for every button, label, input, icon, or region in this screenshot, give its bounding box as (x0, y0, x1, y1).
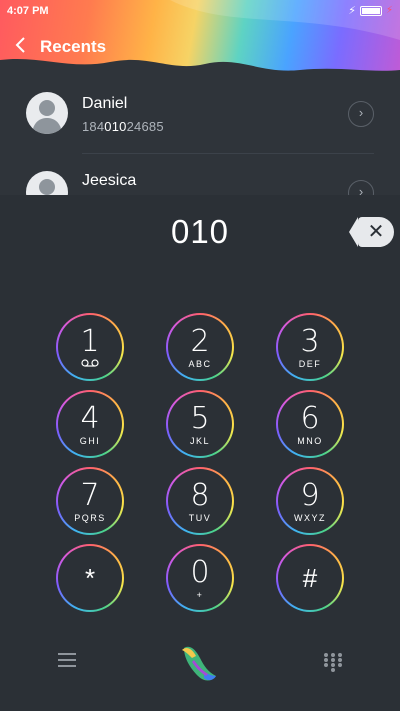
key-5[interactable]: 5 JKL (166, 390, 234, 458)
contact-number: 18401024685 (82, 119, 164, 134)
list-item[interactable]: Daniel 18401024685 › (0, 75, 400, 154)
key-3[interactable]: 3 DEF (276, 313, 344, 381)
page-title: Recents (40, 37, 107, 56)
close-icon: ✕ (367, 221, 385, 243)
key-2[interactable]: 2 ABC (166, 313, 234, 381)
header: 4:07 PM ⚡ ⚡ Recents (0, 0, 400, 75)
status-bar: 4:07 PM ⚡ ⚡ (0, 0, 400, 22)
chevron-right-icon: › (358, 105, 364, 120)
key-0[interactable]: 0 + (166, 544, 234, 612)
recents-list: Daniel 18401024685 › Jeesica › (0, 75, 400, 195)
number-match: 010 (104, 119, 127, 134)
avatar (26, 171, 68, 195)
phone-icon (182, 646, 216, 681)
avatar (26, 92, 68, 134)
contact-detail-button[interactable]: › (348, 180, 374, 195)
status-time: 4:07 PM (7, 5, 49, 17)
key-star[interactable]: * (56, 544, 124, 612)
key-1[interactable]: 1 (56, 313, 124, 381)
list-item[interactable]: Jeesica › (0, 154, 400, 195)
nav-bar: Recents (14, 36, 106, 58)
key-6[interactable]: 6 MNO (276, 390, 344, 458)
contact-name: Daniel (82, 95, 128, 112)
charging-icon: ⚡ (348, 5, 356, 17)
key-9[interactable]: 9 WXYZ (276, 467, 344, 535)
battery-icon (359, 5, 382, 16)
key-7[interactable]: 7 PQRS (56, 467, 124, 535)
status-indicators: ⚡ ⚡ (348, 4, 393, 17)
keypad-grid-icon[interactable] (324, 653, 342, 672)
key-8[interactable]: 8 TUV (166, 467, 234, 535)
call-button[interactable] (174, 636, 226, 688)
voicemail-icon (58, 359, 122, 369)
backspace-button[interactable]: ✕ (349, 217, 394, 247)
key-hash[interactable]: # (276, 544, 344, 612)
chevron-left-icon[interactable] (14, 36, 26, 58)
contact-name: Jeesica (82, 172, 137, 189)
contact-detail-button[interactable]: › (348, 101, 374, 127)
chevron-right-icon: › (358, 184, 364, 195)
plug-icon: ⚡ (385, 5, 393, 16)
key-4[interactable]: 4 GHI (56, 390, 124, 458)
dialed-number: 010 (170, 213, 230, 250)
dial-display: 010 ✕ (0, 195, 400, 275)
menu-icon[interactable] (58, 653, 76, 667)
